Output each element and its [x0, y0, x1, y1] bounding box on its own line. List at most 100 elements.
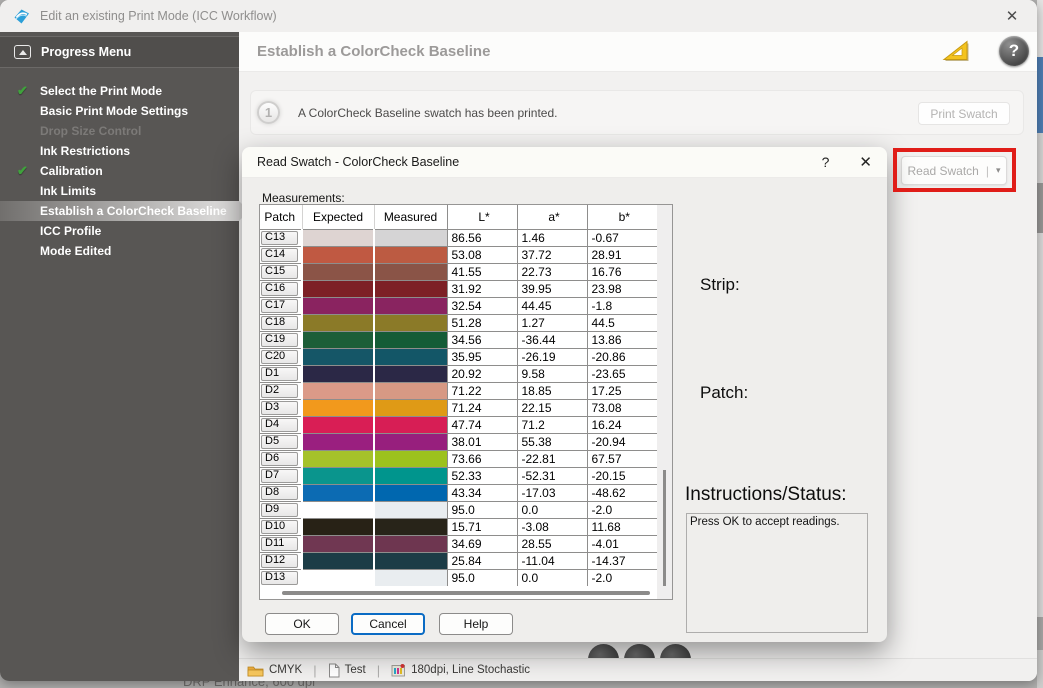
instructions-status-label: Instructions/Status:: [685, 484, 847, 506]
sidebar-item[interactable]: Ink Limits: [0, 181, 239, 201]
patch-button[interactable]: D10: [261, 520, 298, 534]
folder-icon: [247, 664, 264, 677]
measured-swatch: [374, 450, 447, 467]
table-row: D995.00.0-2.0: [260, 501, 657, 518]
cancel-button[interactable]: Cancel: [351, 613, 425, 635]
patch-button[interactable]: C13: [261, 231, 298, 245]
measurements-body: C1386.561.46-0.67C1453.0837.7228.91C1541…: [260, 229, 657, 586]
measured-swatch: [374, 535, 447, 552]
dialog-title: Read Swatch - ColorCheck Baseline: [257, 155, 459, 169]
column-header-L: L*: [447, 205, 517, 229]
sidebar-item-label: Ink Limits: [40, 184, 96, 198]
sidebar-item[interactable]: Mode Edited: [0, 241, 239, 261]
a-value: 28.55: [517, 535, 587, 552]
page-header: Establish a ColorCheck Baseline ?: [239, 32, 1037, 72]
patch-button[interactable]: D2: [261, 384, 298, 398]
expected-swatch: [302, 331, 374, 348]
expected-swatch: [302, 552, 374, 569]
expected-swatch: [302, 484, 374, 501]
help-button-dialog[interactable]: Help: [439, 613, 513, 635]
statusbar-document-label: Test: [345, 664, 366, 676]
patch-button[interactable]: C14: [261, 248, 298, 262]
title-bar: Edit an existing Print Mode (ICC Workflo…: [0, 0, 1037, 32]
table-row: C1934.56-36.4413.86: [260, 331, 657, 348]
patch-label: Patch:: [700, 383, 748, 403]
vertical-scrollbar-thumb[interactable]: [663, 470, 666, 586]
sidebar-item-label: Ink Restrictions: [40, 144, 130, 158]
measurements-label: Measurements:: [262, 191, 345, 205]
b-value: -4.01: [587, 535, 657, 552]
patch-button[interactable]: D13: [261, 571, 298, 585]
expected-swatch: [302, 433, 374, 450]
patch-button[interactable]: C17: [261, 299, 298, 313]
a-value: -17.03: [517, 484, 587, 501]
sidebar-item-label: Select the Print Mode: [40, 84, 162, 98]
patch-button[interactable]: D1: [261, 367, 298, 381]
window-close-icon[interactable]: ✕: [999, 7, 1025, 25]
progress-menu-sidebar: Progress Menu ✔Select the Print ModeBasi…: [0, 32, 239, 681]
table-row: D673.66-22.8167.57: [260, 450, 657, 467]
a-value: 18.85: [517, 382, 587, 399]
expected-swatch: [302, 535, 374, 552]
print-mode-icon: [391, 663, 406, 677]
sidebar-item[interactable]: Ink Restrictions: [0, 141, 239, 161]
horizontal-scrollbar-thumb[interactable]: [282, 591, 650, 595]
ok-button[interactable]: OK: [265, 613, 339, 635]
patch-button[interactable]: D12: [261, 554, 298, 568]
expected-swatch: [302, 450, 374, 467]
sidebar-item[interactable]: Basic Print Mode Settings: [0, 101, 239, 121]
patch-button[interactable]: D4: [261, 418, 298, 432]
step1-number-badge: 1: [257, 101, 280, 124]
measured-swatch: [374, 382, 447, 399]
patch-button[interactable]: D6: [261, 452, 298, 466]
ruler-tool-icon[interactable]: [942, 39, 969, 67]
patch-button[interactable]: C16: [261, 282, 298, 296]
background-window-edge: [1037, 617, 1043, 650]
a-value: 39.95: [517, 280, 587, 297]
b-value: 44.5: [587, 314, 657, 331]
progress-menu-header[interactable]: Progress Menu: [0, 36, 239, 68]
sidebar-item[interactable]: ✔Calibration: [0, 161, 239, 181]
expected-swatch: [302, 501, 374, 518]
L-value: 95.0: [447, 501, 517, 518]
b-value: 28.91: [587, 246, 657, 263]
patch-button[interactable]: C18: [261, 316, 298, 330]
patch-button[interactable]: D7: [261, 469, 298, 483]
sidebar-item[interactable]: ICC Profile: [0, 221, 239, 241]
patch-button[interactable]: C19: [261, 333, 298, 347]
b-value: 17.25: [587, 382, 657, 399]
patch-button[interactable]: C15: [261, 265, 298, 279]
sidebar-item[interactable]: ✔Select the Print Mode: [0, 81, 239, 101]
help-button[interactable]: ?: [999, 36, 1029, 66]
expected-swatch: [302, 467, 374, 484]
measured-swatch: [374, 501, 447, 518]
dialog-close-icon[interactable]: ✕: [859, 153, 872, 171]
print-swatch-button[interactable]: Print Swatch: [918, 102, 1010, 125]
patch-button[interactable]: D9: [261, 503, 298, 517]
dialog-title-bar: Read Swatch - ColorCheck Baseline ? ✕: [242, 147, 887, 178]
a-value: 0.0: [517, 569, 587, 586]
patch-button[interactable]: D3: [261, 401, 298, 415]
measured-swatch: [374, 229, 447, 246]
column-header-patch: Patch: [260, 205, 302, 229]
table-row: D271.2218.8517.25: [260, 382, 657, 399]
L-value: 53.08: [447, 246, 517, 263]
background-window-edge: [1037, 133, 1043, 183]
b-value: 67.57: [587, 450, 657, 467]
measured-swatch: [374, 467, 447, 484]
sidebar-item[interactable]: Establish a ColorCheck Baseline: [0, 201, 239, 221]
expected-swatch: [302, 229, 374, 246]
patch-button[interactable]: D11: [261, 537, 298, 551]
progress-menu-label: Progress Menu: [41, 45, 131, 59]
patch-button[interactable]: D5: [261, 435, 298, 449]
statusbar-printmode-label: 180dpi, Line Stochastic: [411, 664, 530, 676]
a-value: -36.44: [517, 331, 587, 348]
L-value: 38.01: [447, 433, 517, 450]
L-value: 35.95: [447, 348, 517, 365]
table-row: D1225.84-11.04-14.37: [260, 552, 657, 569]
patch-button[interactable]: D8: [261, 486, 298, 500]
patch-button[interactable]: C20: [261, 350, 298, 364]
table-row: C1541.5522.7316.76: [260, 263, 657, 280]
dialog-help-icon[interactable]: ?: [822, 154, 830, 170]
expected-swatch: [302, 569, 374, 586]
